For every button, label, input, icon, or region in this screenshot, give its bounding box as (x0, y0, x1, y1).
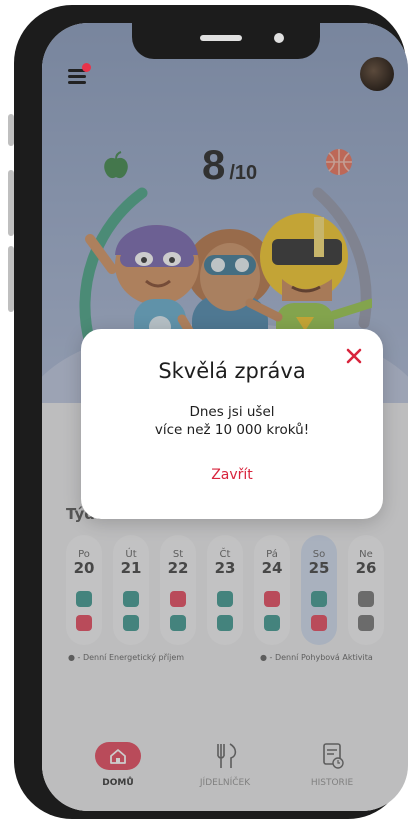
phone-notch (132, 23, 320, 59)
dialog-message: Dnes jsi ušel více než 10 000 kroků! (81, 403, 383, 439)
notification-dot (82, 63, 91, 72)
dialog-title: Skvělá zpráva (158, 359, 306, 383)
success-dialog: Skvělá zpráva Dnes jsi ušel více než 10 … (81, 329, 383, 519)
dialog-message-line2: více než 10 000 kroků! (154, 422, 310, 438)
hamburger-menu-icon[interactable] (68, 63, 91, 87)
dialog-message-line1: Dnes jsi ušel (189, 404, 275, 420)
phone-frame: 8/10 Po 20 Út 21 St 22 Čt 23 Pá 24 So 25… (14, 5, 408, 819)
user-avatar[interactable] (360, 57, 394, 91)
speaker-grille (200, 35, 242, 41)
app-screen: 8/10 Po 20 Út 21 St 22 Čt 23 Pá 24 So 25… (42, 23, 408, 811)
close-icon[interactable] (343, 345, 365, 367)
close-button[interactable]: Zavřít (182, 467, 282, 483)
front-camera (274, 33, 284, 43)
